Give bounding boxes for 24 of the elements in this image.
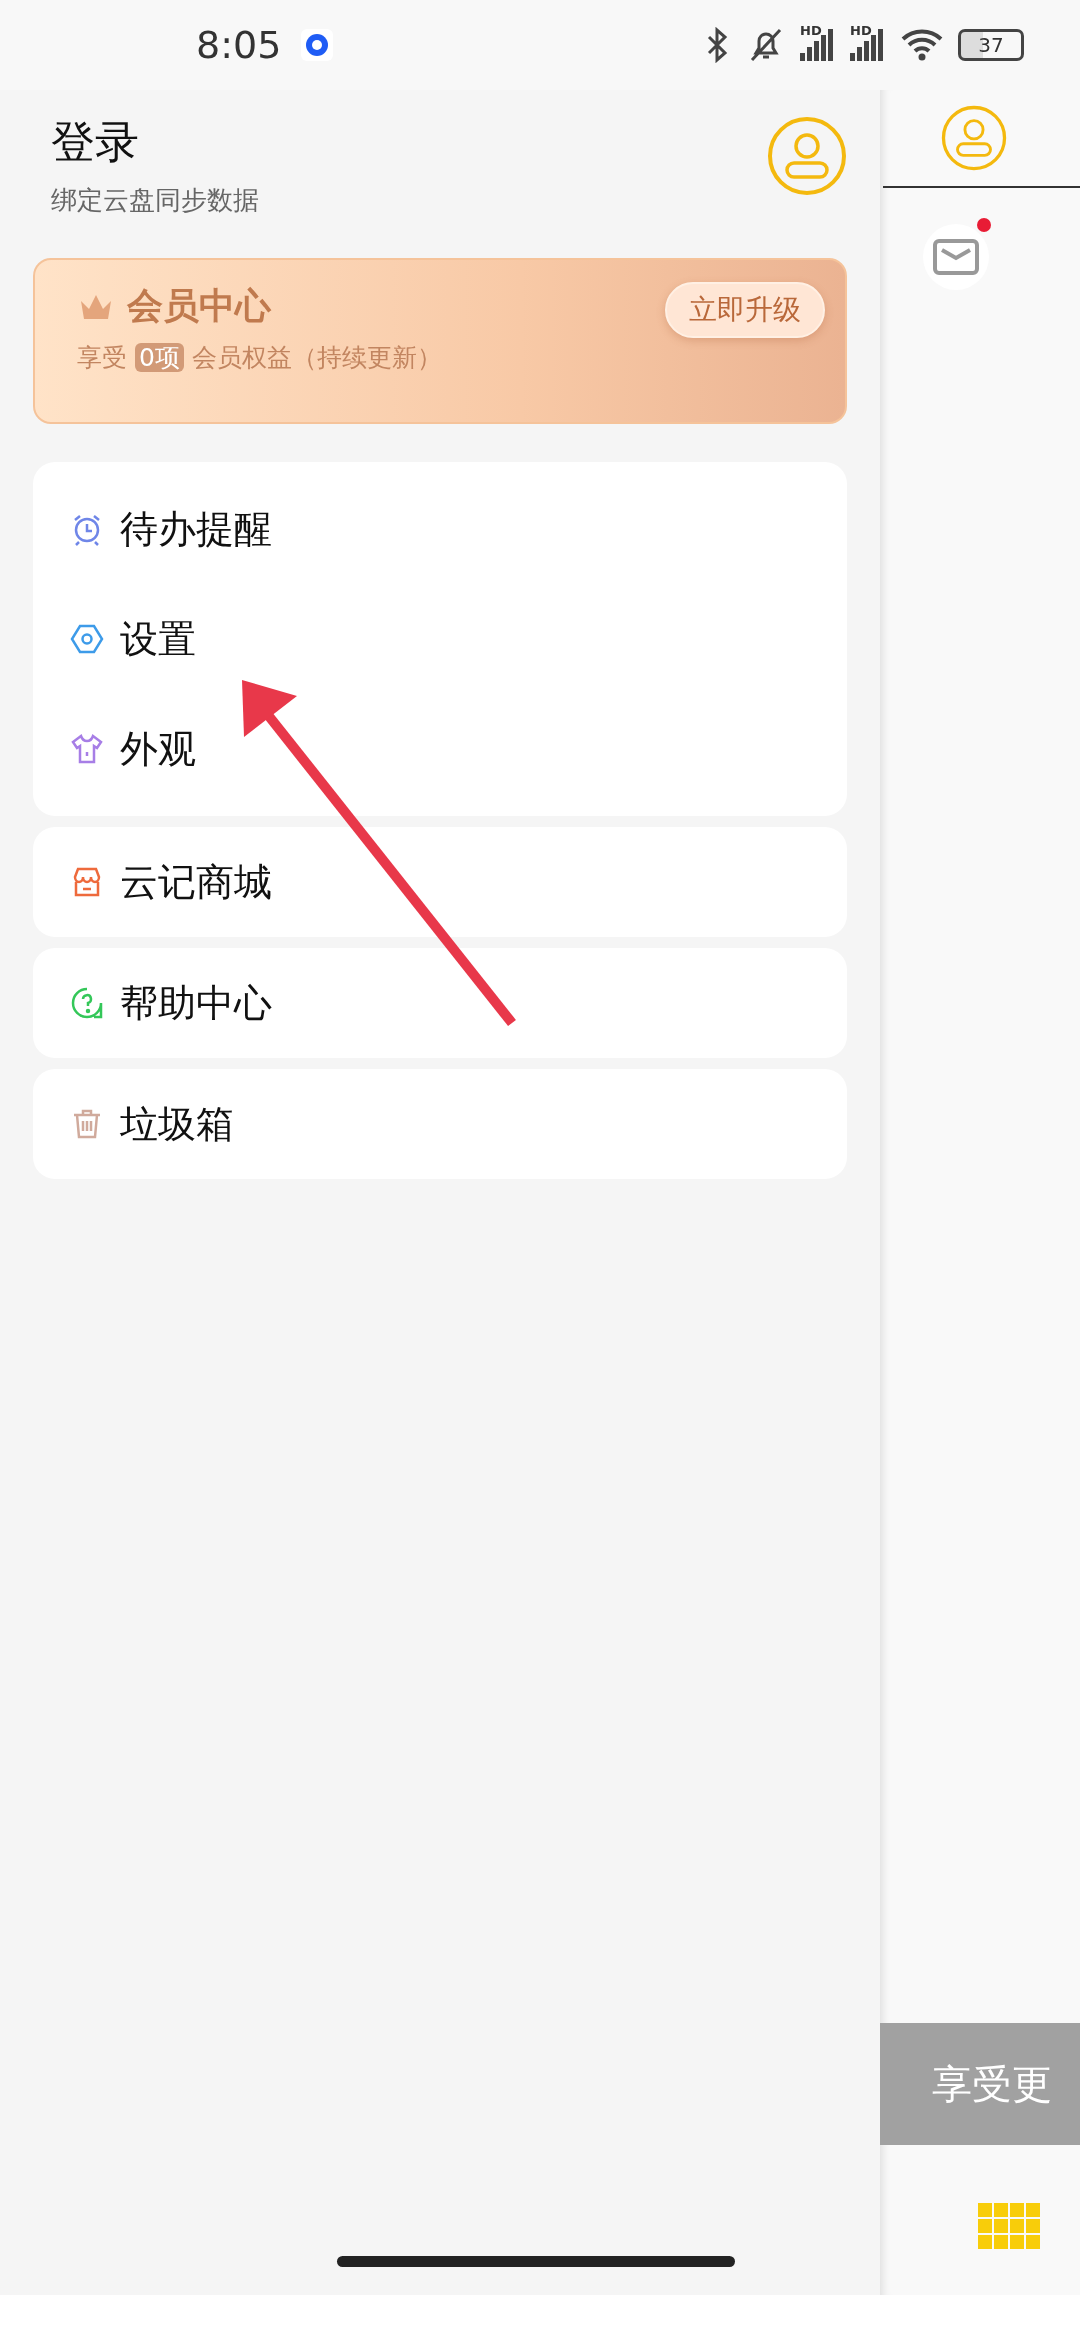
- login-title[interactable]: 登录: [51, 116, 259, 169]
- app-notification-icon: [301, 29, 334, 61]
- menu-item[interactable]: 待办提醒: [33, 474, 847, 584]
- network-label: HD: [850, 23, 872, 38]
- login-subtitle: 绑定云盘同步数据: [51, 183, 259, 217]
- menu-item[interactable]: 云记商城: [33, 827, 847, 937]
- shirt-icon: [70, 732, 104, 766]
- help-icon: [70, 986, 104, 1020]
- vip-title: 会员中心: [127, 284, 271, 328]
- menu-item[interactable]: 外观: [33, 694, 847, 804]
- menu-item[interactable]: 帮助中心: [33, 948, 847, 1058]
- settings-icon: [70, 622, 104, 656]
- mail-icon: [932, 238, 980, 276]
- network-label: HD: [800, 23, 822, 38]
- vip-description: 享受 0项 会员权益（持续更新）: [77, 342, 442, 374]
- avatar-icon[interactable]: [941, 105, 1007, 171]
- home-indicator[interactable]: [337, 2256, 735, 2267]
- clock: 8:05: [196, 23, 282, 67]
- wifi-icon: [900, 28, 944, 62]
- menu-item[interactable]: 设置: [33, 584, 847, 694]
- battery-icon: 37: [958, 29, 1024, 61]
- avatar-icon[interactable]: [767, 116, 847, 196]
- menu-item[interactable]: 垃圾箱: [33, 1069, 847, 1179]
- grid-icon[interactable]: [978, 2203, 1040, 2249]
